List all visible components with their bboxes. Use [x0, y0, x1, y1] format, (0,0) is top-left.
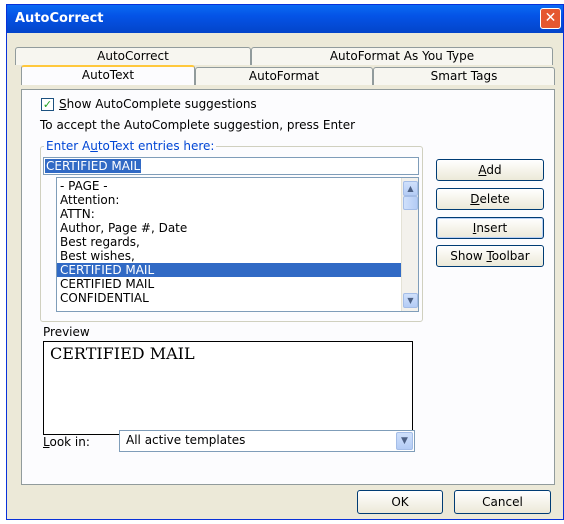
entries-legend: Enter AutoText entries here: [44, 139, 217, 153]
tab-autoformat-as-you-type[interactable]: AutoFormat As You Type [251, 47, 553, 65]
close-icon: ✕ [544, 10, 557, 26]
list-item[interactable]: Best wishes, [57, 249, 401, 263]
preview-box: CERTIFIED MAIL [43, 341, 413, 435]
ok-button[interactable]: OK [357, 490, 443, 514]
list-item[interactable]: - PAGE - [57, 179, 401, 193]
tab-label: Smart Tags [430, 69, 498, 83]
list-item[interactable]: Author, Page #, Date [57, 221, 401, 235]
look-in-label: Look in: [43, 435, 90, 449]
look-in-dropdown-button[interactable]: ▼ [396, 432, 413, 450]
tab-autotext[interactable]: AutoText [21, 65, 195, 85]
insert-button[interactable]: Insert [436, 217, 544, 239]
list-scrollbar[interactable]: ▲ ▼ [401, 178, 418, 311]
show-suggestions-label[interactable]: Show AutoComplete suggestions [59, 97, 257, 111]
autotext-entries-list[interactable]: - PAGE - Attention: ATTN: Author, Page #… [56, 177, 419, 312]
chevron-down-icon: ▼ [401, 436, 408, 446]
preview-text: CERTIFIED MAIL [50, 344, 195, 363]
look-in-value: All active templates [126, 433, 246, 447]
show-suggestions-checkbox[interactable]: ✓ [41, 98, 54, 111]
list-item[interactable]: CONFIDENTIAL [57, 291, 401, 305]
tab-autoformat[interactable]: AutoFormat [195, 67, 373, 85]
list-item-selected[interactable]: CERTIFIED MAIL [57, 263, 401, 277]
tab-smart-tags[interactable]: Smart Tags [373, 67, 555, 85]
autocorrect-dialog: AutoCorrect ✕ AutoCorrect AutoFormat As … [6, 4, 564, 520]
tab-autocorrect[interactable]: AutoCorrect [15, 47, 251, 65]
preview-label: Preview [43, 325, 90, 339]
add-button[interactable]: Add [436, 159, 544, 181]
title-bar[interactable]: AutoCorrect ✕ [7, 5, 563, 33]
delete-button[interactable]: Delete [436, 188, 544, 210]
chevron-up-icon: ▲ [407, 184, 414, 193]
list-item[interactable]: ATTN: [57, 207, 401, 221]
scroll-down-button[interactable]: ▼ [403, 293, 418, 308]
chevron-down-icon: ▼ [407, 296, 414, 305]
show-toolbar-button[interactable]: Show Toolbar [436, 245, 544, 267]
look-in-select[interactable]: All active templates ▼ [119, 430, 415, 452]
tab-label: AutoFormat [248, 69, 320, 83]
list-item[interactable]: Best regards, [57, 235, 401, 249]
tab-label: AutoText [81, 68, 135, 82]
cancel-button[interactable]: Cancel [454, 490, 551, 514]
autotext-entry-input[interactable]: CERTIFIED MAIL [43, 157, 419, 175]
close-button[interactable]: ✕ [540, 8, 561, 29]
list-items: - PAGE - Attention: ATTN: Author, Page #… [57, 179, 401, 305]
check-icon: ✓ [42, 98, 53, 111]
tab-label: AutoFormat As You Type [329, 49, 475, 63]
instruction-text: To accept the AutoComplete suggestion, p… [40, 118, 356, 132]
list-item[interactable]: CERTIFIED MAIL [57, 277, 401, 291]
autotext-panel: ✓ Show AutoComplete suggestions To accep… [21, 89, 555, 485]
tab-label: AutoCorrect [97, 49, 169, 63]
entry-input-text: CERTIFIED MAIL [45, 159, 142, 173]
scroll-up-button[interactable]: ▲ [403, 181, 418, 196]
window-title: AutoCorrect [15, 11, 104, 26]
list-item[interactable]: Attention: [57, 193, 401, 207]
scroll-thumb[interactable] [403, 196, 418, 210]
